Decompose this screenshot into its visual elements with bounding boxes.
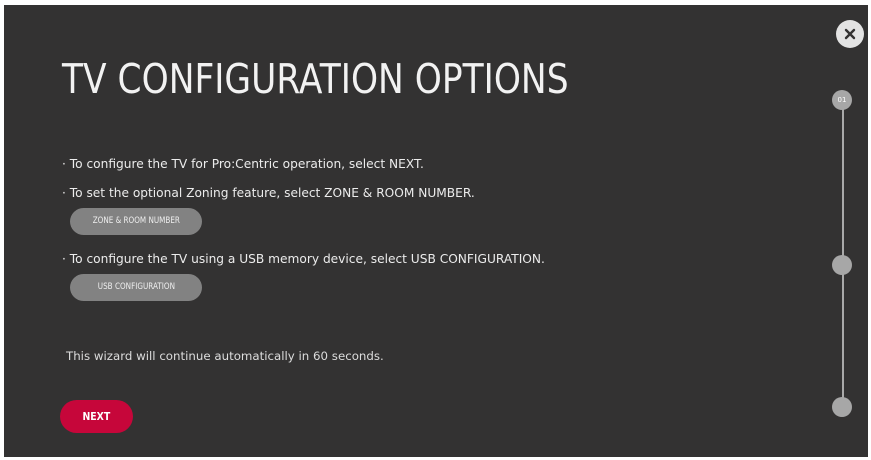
close-button[interactable] [836,20,864,48]
page-title: TV CONFIGURATION OPTIONS [62,55,569,103]
instruction-zone: · To set the optional Zoning feature, se… [62,186,475,200]
configuration-screen: TV CONFIGURATION OPTIONS · To configure … [4,5,868,457]
usb-configuration-label: USB CONFIGURATION [97,282,175,292]
zone-room-number-button[interactable]: ZONE & ROOM NUMBER [70,208,202,235]
step-indicator-current: 01 [832,90,852,110]
next-button[interactable]: NEXT [60,400,133,433]
instruction-next: · To configure the TV for Pro:Centric op… [62,157,424,171]
usb-configuration-button[interactable]: USB CONFIGURATION [70,274,202,301]
zone-room-number-label: ZONE & ROOM NUMBER [92,216,180,226]
wizard-countdown-text: This wizard will continue automatically … [66,349,384,363]
instruction-usb: · To configure the TV using a USB memory… [62,252,545,266]
step-indicator [832,397,852,417]
step-progress-track [842,101,844,407]
step-indicator [832,255,852,275]
close-icon [844,28,856,40]
next-button-label: NEXT [82,410,111,423]
